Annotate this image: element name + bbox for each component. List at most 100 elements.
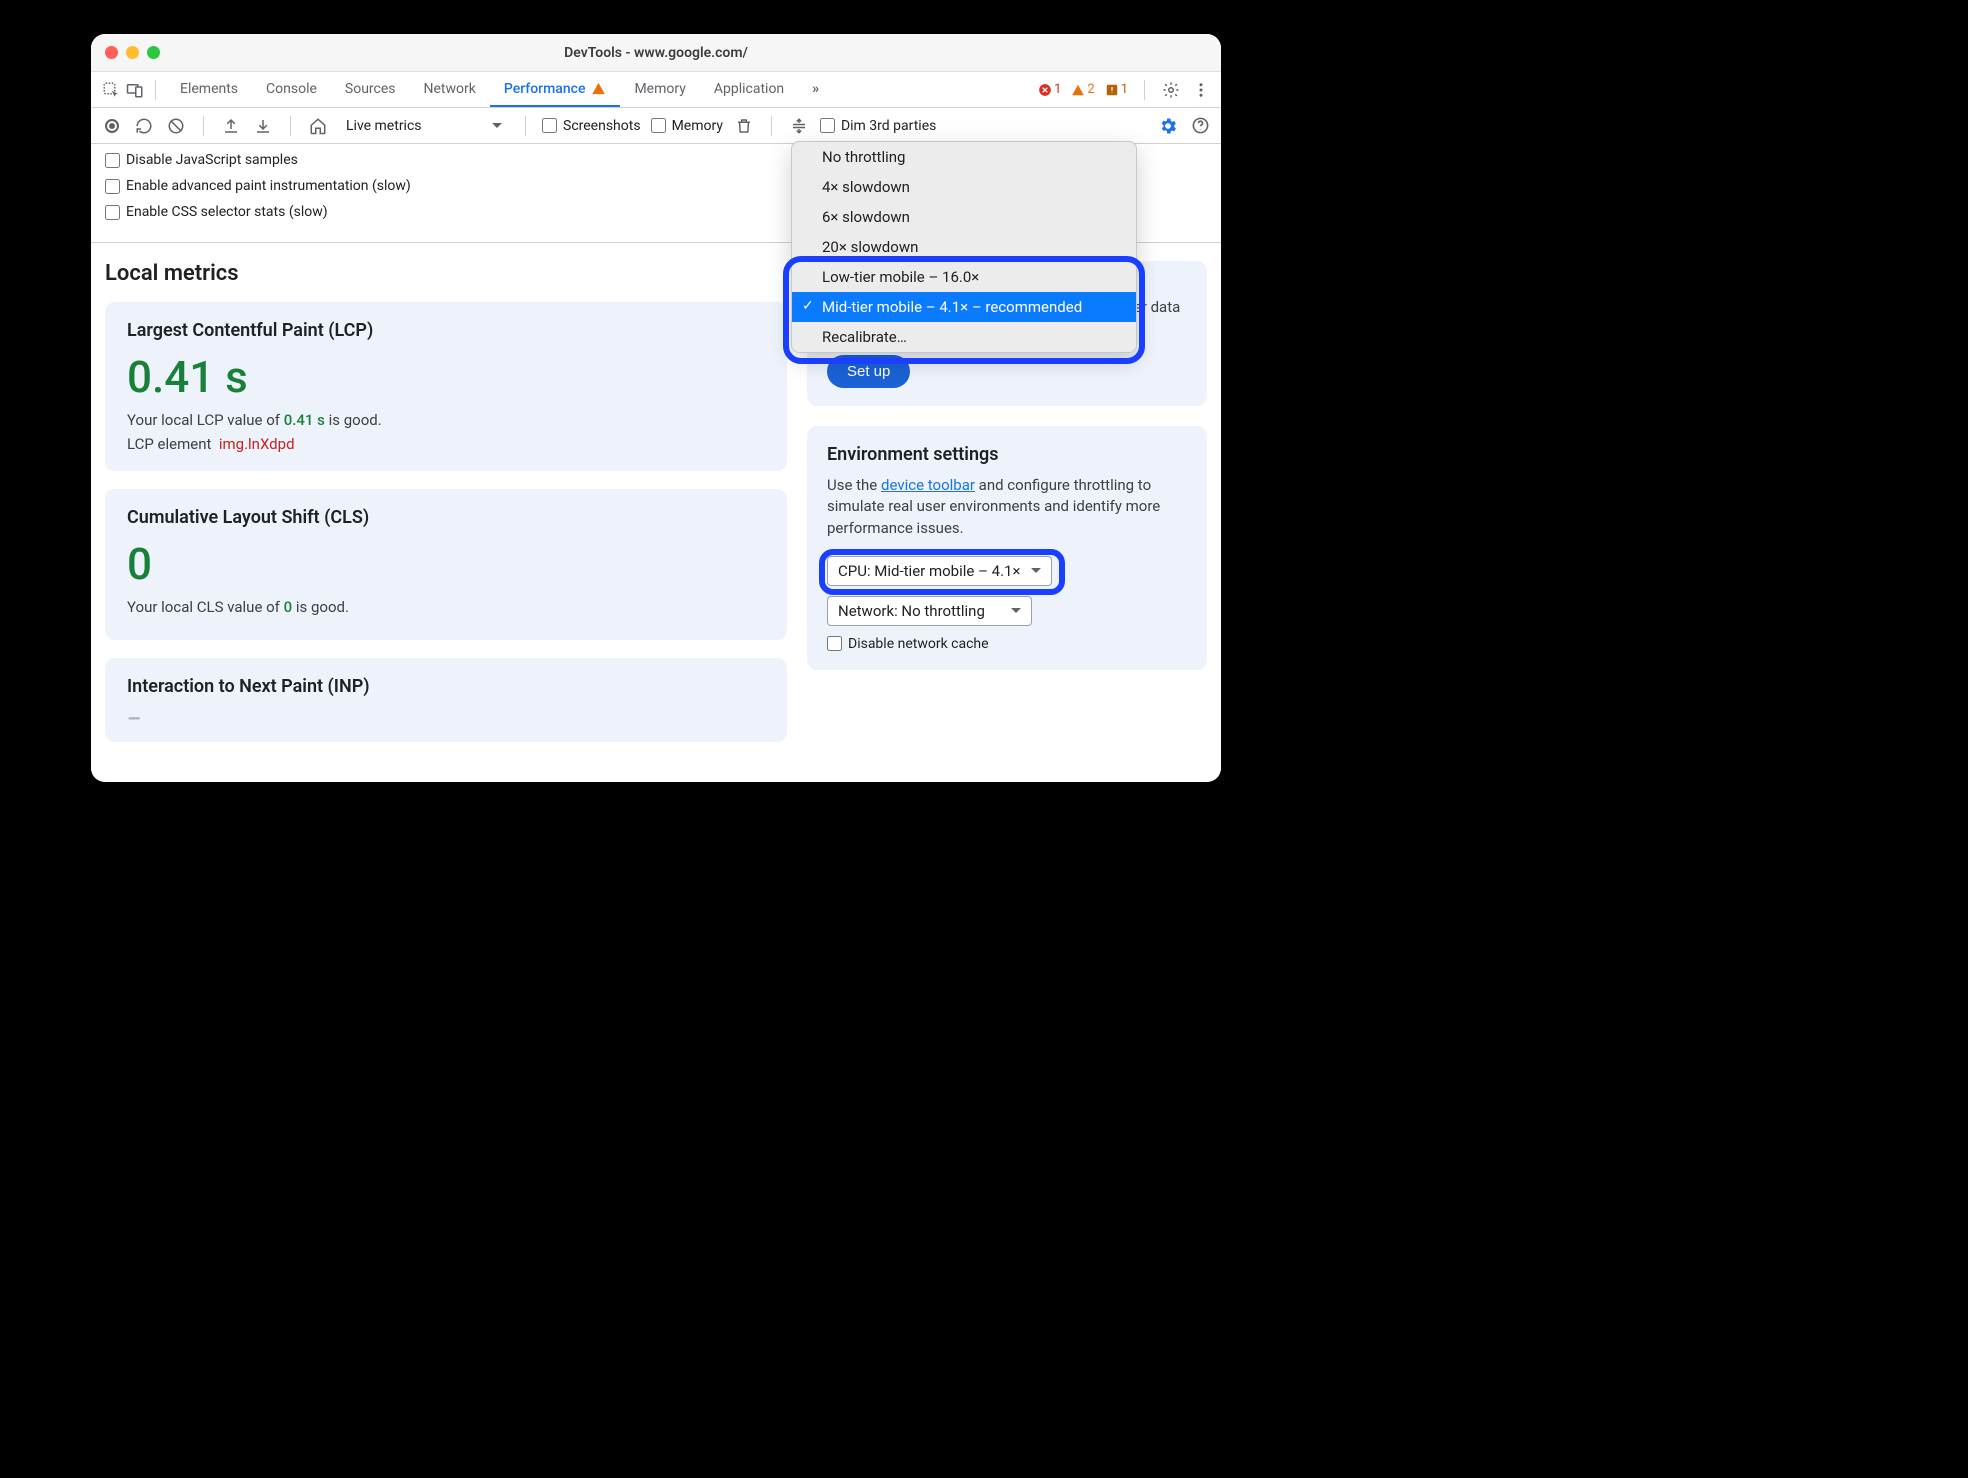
perf-toolbar: Live metrics Screenshots Memory Dim 3rd …: [91, 108, 1221, 144]
device-toolbar-icon[interactable]: [125, 80, 145, 100]
divider: [155, 80, 156, 100]
cls-desc: Your local CLS value of 0 is good.: [127, 598, 765, 616]
upload-button[interactable]: [220, 115, 242, 137]
screenshots-input[interactable]: [542, 118, 557, 133]
tab-memory[interactable]: Memory: [620, 72, 699, 107]
tab-more[interactable]: »: [798, 72, 833, 107]
enable-css-checkbox[interactable]: Enable CSS selector stats (slow): [105, 204, 411, 220]
cls-desc-suffix: is good.: [292, 598, 349, 616]
disable-cache-label: Disable network cache: [848, 636, 989, 652]
lcp-element-row: LCP element img.lnXdpd: [127, 435, 765, 453]
throttle-option-6x[interactable]: 6× slowdown: [792, 202, 1136, 232]
left-column: Local metrics Largest Contentful Paint (…: [105, 261, 787, 760]
disable-js-label: Disable JavaScript samples: [126, 152, 298, 168]
divider: [203, 116, 204, 136]
throttle-option-low-tier[interactable]: Low-tier mobile – 16.0×: [792, 262, 1136, 292]
throttle-option-recalibrate[interactable]: Recalibrate…: [792, 322, 1136, 352]
perf-settings-icon[interactable]: [1157, 115, 1179, 137]
gc-button[interactable]: [733, 115, 755, 137]
dim-checkbox[interactable]: Dim 3rd parties: [820, 118, 936, 134]
disable-cache-input[interactable]: [827, 636, 842, 651]
throttle-option-none[interactable]: No throttling: [792, 142, 1136, 172]
env-desc: Use the device toolbar and configure thr…: [827, 475, 1187, 540]
devtools-window: DevTools - www.google.com/ Elements Cons…: [91, 34, 1221, 782]
capture-settings: Disable JavaScript samples Enable advanc…: [91, 144, 1221, 243]
lcp-desc-value: 0.41 s: [284, 411, 325, 429]
kebab-icon[interactable]: [1191, 80, 1211, 100]
cls-desc-prefix: Your local CLS value of: [127, 598, 284, 616]
traffic-lights: [105, 46, 160, 59]
lcp-title: Largest Contentful Paint (LCP): [127, 320, 765, 341]
enable-paint-checkbox[interactable]: Enable advanced paint instrumentation (s…: [105, 178, 411, 194]
close-icon[interactable]: [105, 46, 118, 59]
tab-performance[interactable]: Performance: [490, 72, 621, 107]
tab-application[interactable]: Application: [700, 72, 798, 107]
throttle-option-mid-tier[interactable]: Mid-tier mobile – 4.1× – recommended: [792, 292, 1136, 322]
cls-card: Cumulative Layout Shift (CLS) 0 Your loc…: [105, 489, 787, 640]
dim-input[interactable]: [820, 118, 835, 133]
window-title: DevTools - www.google.com/: [91, 45, 1221, 61]
enable-paint-input[interactable]: [105, 179, 120, 194]
screenshots-label: Screenshots: [563, 118, 641, 134]
env-network-select[interactable]: Network: No throttling: [827, 596, 1032, 626]
error-badge[interactable]: 1: [1038, 82, 1061, 97]
inspect-icon[interactable]: [101, 80, 121, 100]
enable-css-input[interactable]: [105, 205, 120, 220]
metrics-select[interactable]: Live metrics: [339, 115, 509, 137]
throttle-option-20x[interactable]: 20× slowdown: [792, 232, 1136, 262]
setup-button[interactable]: Set up: [827, 355, 910, 388]
lcp-desc: Your local LCP value of 0.41 s is good.: [127, 411, 765, 429]
tab-elements[interactable]: Elements: [166, 72, 252, 107]
issues-count: 1: [1121, 82, 1128, 97]
maximize-icon[interactable]: [147, 46, 160, 59]
memory-checkbox[interactable]: Memory: [651, 118, 723, 134]
disable-js-checkbox[interactable]: Disable JavaScript samples: [105, 152, 411, 168]
disable-cache-checkbox[interactable]: Disable network cache: [827, 636, 1187, 652]
memory-label: Memory: [672, 118, 723, 134]
error-count: 1: [1054, 82, 1061, 97]
inp-title: Interaction to Next Paint (INP): [127, 676, 765, 697]
disable-js-input[interactable]: [105, 153, 120, 168]
lcp-desc-suffix: is good.: [325, 411, 382, 429]
enable-paint-label: Enable advanced paint instrumentation (s…: [126, 178, 411, 194]
tabbar: Elements Console Sources Network Perform…: [91, 72, 1221, 108]
clear-button[interactable]: [165, 115, 187, 137]
help-icon[interactable]: [1189, 115, 1211, 137]
tab-performance-label: Performance: [504, 81, 586, 97]
cls-value: 0: [127, 538, 765, 590]
collapse-button[interactable]: [788, 115, 810, 137]
lcp-desc-prefix: Your local LCP value of: [127, 411, 284, 429]
local-metrics-heading: Local metrics: [105, 261, 787, 286]
divider: [1144, 80, 1145, 100]
tab-network[interactable]: Network: [410, 72, 490, 107]
warning-count: 2: [1087, 82, 1094, 97]
env-cpu-select[interactable]: CPU: Mid-tier mobile – 4.1×: [827, 556, 1052, 586]
tabbar-right: 1 2 1: [1038, 80, 1211, 100]
issues-badge[interactable]: 1: [1105, 82, 1128, 97]
memory-input[interactable]: [651, 118, 666, 133]
home-button[interactable]: [307, 115, 329, 137]
cpu-throttling-dropdown[interactable]: No throttling 4× slowdown 6× slowdown 20…: [791, 141, 1137, 353]
warning-badge[interactable]: 2: [1071, 82, 1094, 97]
throttle-option-4x[interactable]: 4× slowdown: [792, 172, 1136, 202]
env-device-link[interactable]: device toolbar: [881, 476, 975, 494]
divider: [290, 116, 291, 136]
divider: [525, 116, 526, 136]
reload-button[interactable]: [133, 115, 155, 137]
env-heading: Environment settings: [827, 444, 1187, 465]
record-button[interactable]: [101, 115, 123, 137]
screenshots-checkbox[interactable]: Screenshots: [542, 118, 641, 134]
enable-css-label: Enable CSS selector stats (slow): [126, 204, 328, 220]
settings-icon[interactable]: [1161, 80, 1181, 100]
dim-label: Dim 3rd parties: [841, 118, 936, 134]
lcp-card: Largest Contentful Paint (LCP) 0.41 s Yo…: [105, 302, 787, 471]
tab-sources[interactable]: Sources: [331, 72, 410, 107]
download-button[interactable]: [252, 115, 274, 137]
warning-icon: [591, 81, 606, 96]
titlebar: DevTools - www.google.com/: [91, 34, 1221, 72]
tab-console[interactable]: Console: [252, 72, 331, 107]
lcp-element-code[interactable]: img.lnXdpd: [219, 435, 295, 453]
minimize-icon[interactable]: [126, 46, 139, 59]
lcp-value: 0.41 s: [127, 351, 765, 403]
lcp-element-label: LCP element: [127, 435, 211, 453]
